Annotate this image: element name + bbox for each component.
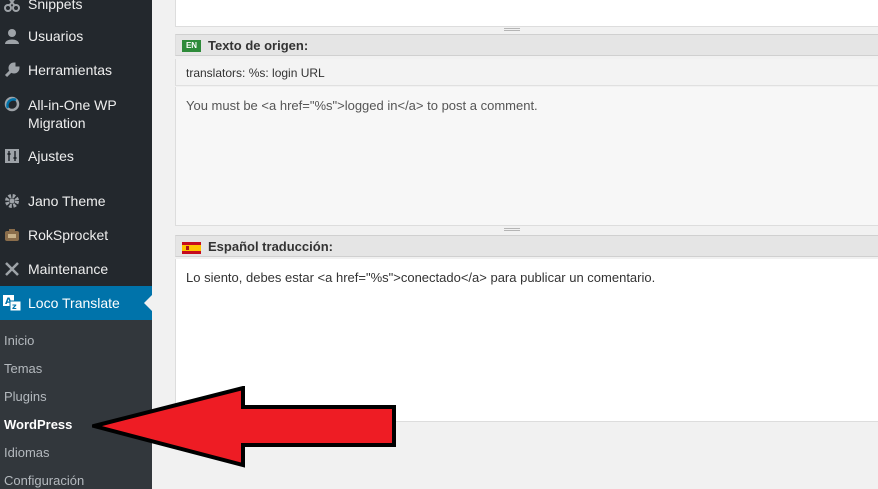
- menu-item-jano-theme[interactable]: Jano Theme: [0, 191, 152, 211]
- menu-item-maintenance[interactable]: Maintenance: [0, 259, 152, 279]
- resize-handle[interactable]: [504, 28, 520, 31]
- menu-item-snippets[interactable]: Snippets: [0, 0, 152, 14]
- menu-item-ajustes[interactable]: Ajustes: [0, 146, 152, 166]
- menu-label: Jano Theme: [28, 193, 106, 209]
- menu-label: RokSprocket: [28, 227, 109, 243]
- menu-item-loco-translate[interactable]: Az Loco Translate: [0, 286, 152, 320]
- menu-label: Usuarios: [28, 28, 84, 44]
- source-string: You must be <a href="%s">logged in</a> t…: [186, 98, 538, 113]
- translator-context: translators: %s: login URL: [175, 59, 878, 86]
- target-string[interactable]: Lo siento, debes estar <a href="%s">cone…: [186, 270, 655, 285]
- submenu-item-temas[interactable]: Temas: [4, 361, 42, 377]
- rocket-icon: [3, 226, 21, 244]
- menu-label: Loco Translate: [28, 295, 120, 311]
- context-text: translators: %s: login URL: [186, 66, 325, 80]
- source-text-box: You must be <a href="%s">logged in</a> t…: [175, 87, 878, 226]
- settings-icon: [3, 147, 21, 165]
- tools-icon: [3, 260, 21, 278]
- menu-label: Snippets: [28, 0, 83, 12]
- menu-label: Maintenance: [28, 261, 109, 277]
- source-header: EN Texto de origen:: [175, 34, 878, 56]
- gear-icon: [3, 192, 21, 210]
- strings-list-panel[interactable]: [175, 0, 878, 27]
- en-flag-icon: EN: [182, 40, 201, 52]
- submenu-item-wordpress[interactable]: WordPress: [4, 417, 72, 433]
- svg-text:z: z: [12, 302, 17, 311]
- menu-item-all-in-one-wp-migration[interactable]: All-in-One WP Migration: [0, 95, 152, 133]
- target-header: Español traducción:: [175, 235, 878, 257]
- migration-icon: [3, 95, 21, 113]
- submenu-item-inicio[interactable]: Inicio: [4, 333, 34, 349]
- red-arrow-annotation: [92, 386, 396, 468]
- menu-item-herramientas[interactable]: Herramientas: [0, 60, 152, 80]
- menu-item-roksprocket[interactable]: RokSprocket: [0, 225, 152, 245]
- wrench-icon: [3, 61, 21, 79]
- submenu-item-idiomas[interactable]: Idiomas: [4, 445, 50, 461]
- source-title: Texto de origen:: [208, 38, 309, 53]
- menu-label: Herramientas: [28, 62, 113, 78]
- translate-icon: Az: [3, 294, 21, 312]
- menu-label: Ajustes: [28, 148, 74, 164]
- submenu-item-plugins[interactable]: Plugins: [4, 389, 47, 405]
- spain-flag-icon: [182, 241, 201, 254]
- users-icon: [3, 27, 21, 45]
- target-title: Español traducción:: [208, 239, 333, 254]
- scissors-icon: [3, 0, 21, 13]
- menu-label-line2: Migration: [28, 115, 86, 131]
- menu-item-usuarios[interactable]: Usuarios: [0, 26, 152, 46]
- menu-label: All-in-One WP: [28, 97, 117, 113]
- resize-handle[interactable]: [504, 228, 520, 231]
- submenu-item-configuracion[interactable]: Configuración: [4, 473, 84, 489]
